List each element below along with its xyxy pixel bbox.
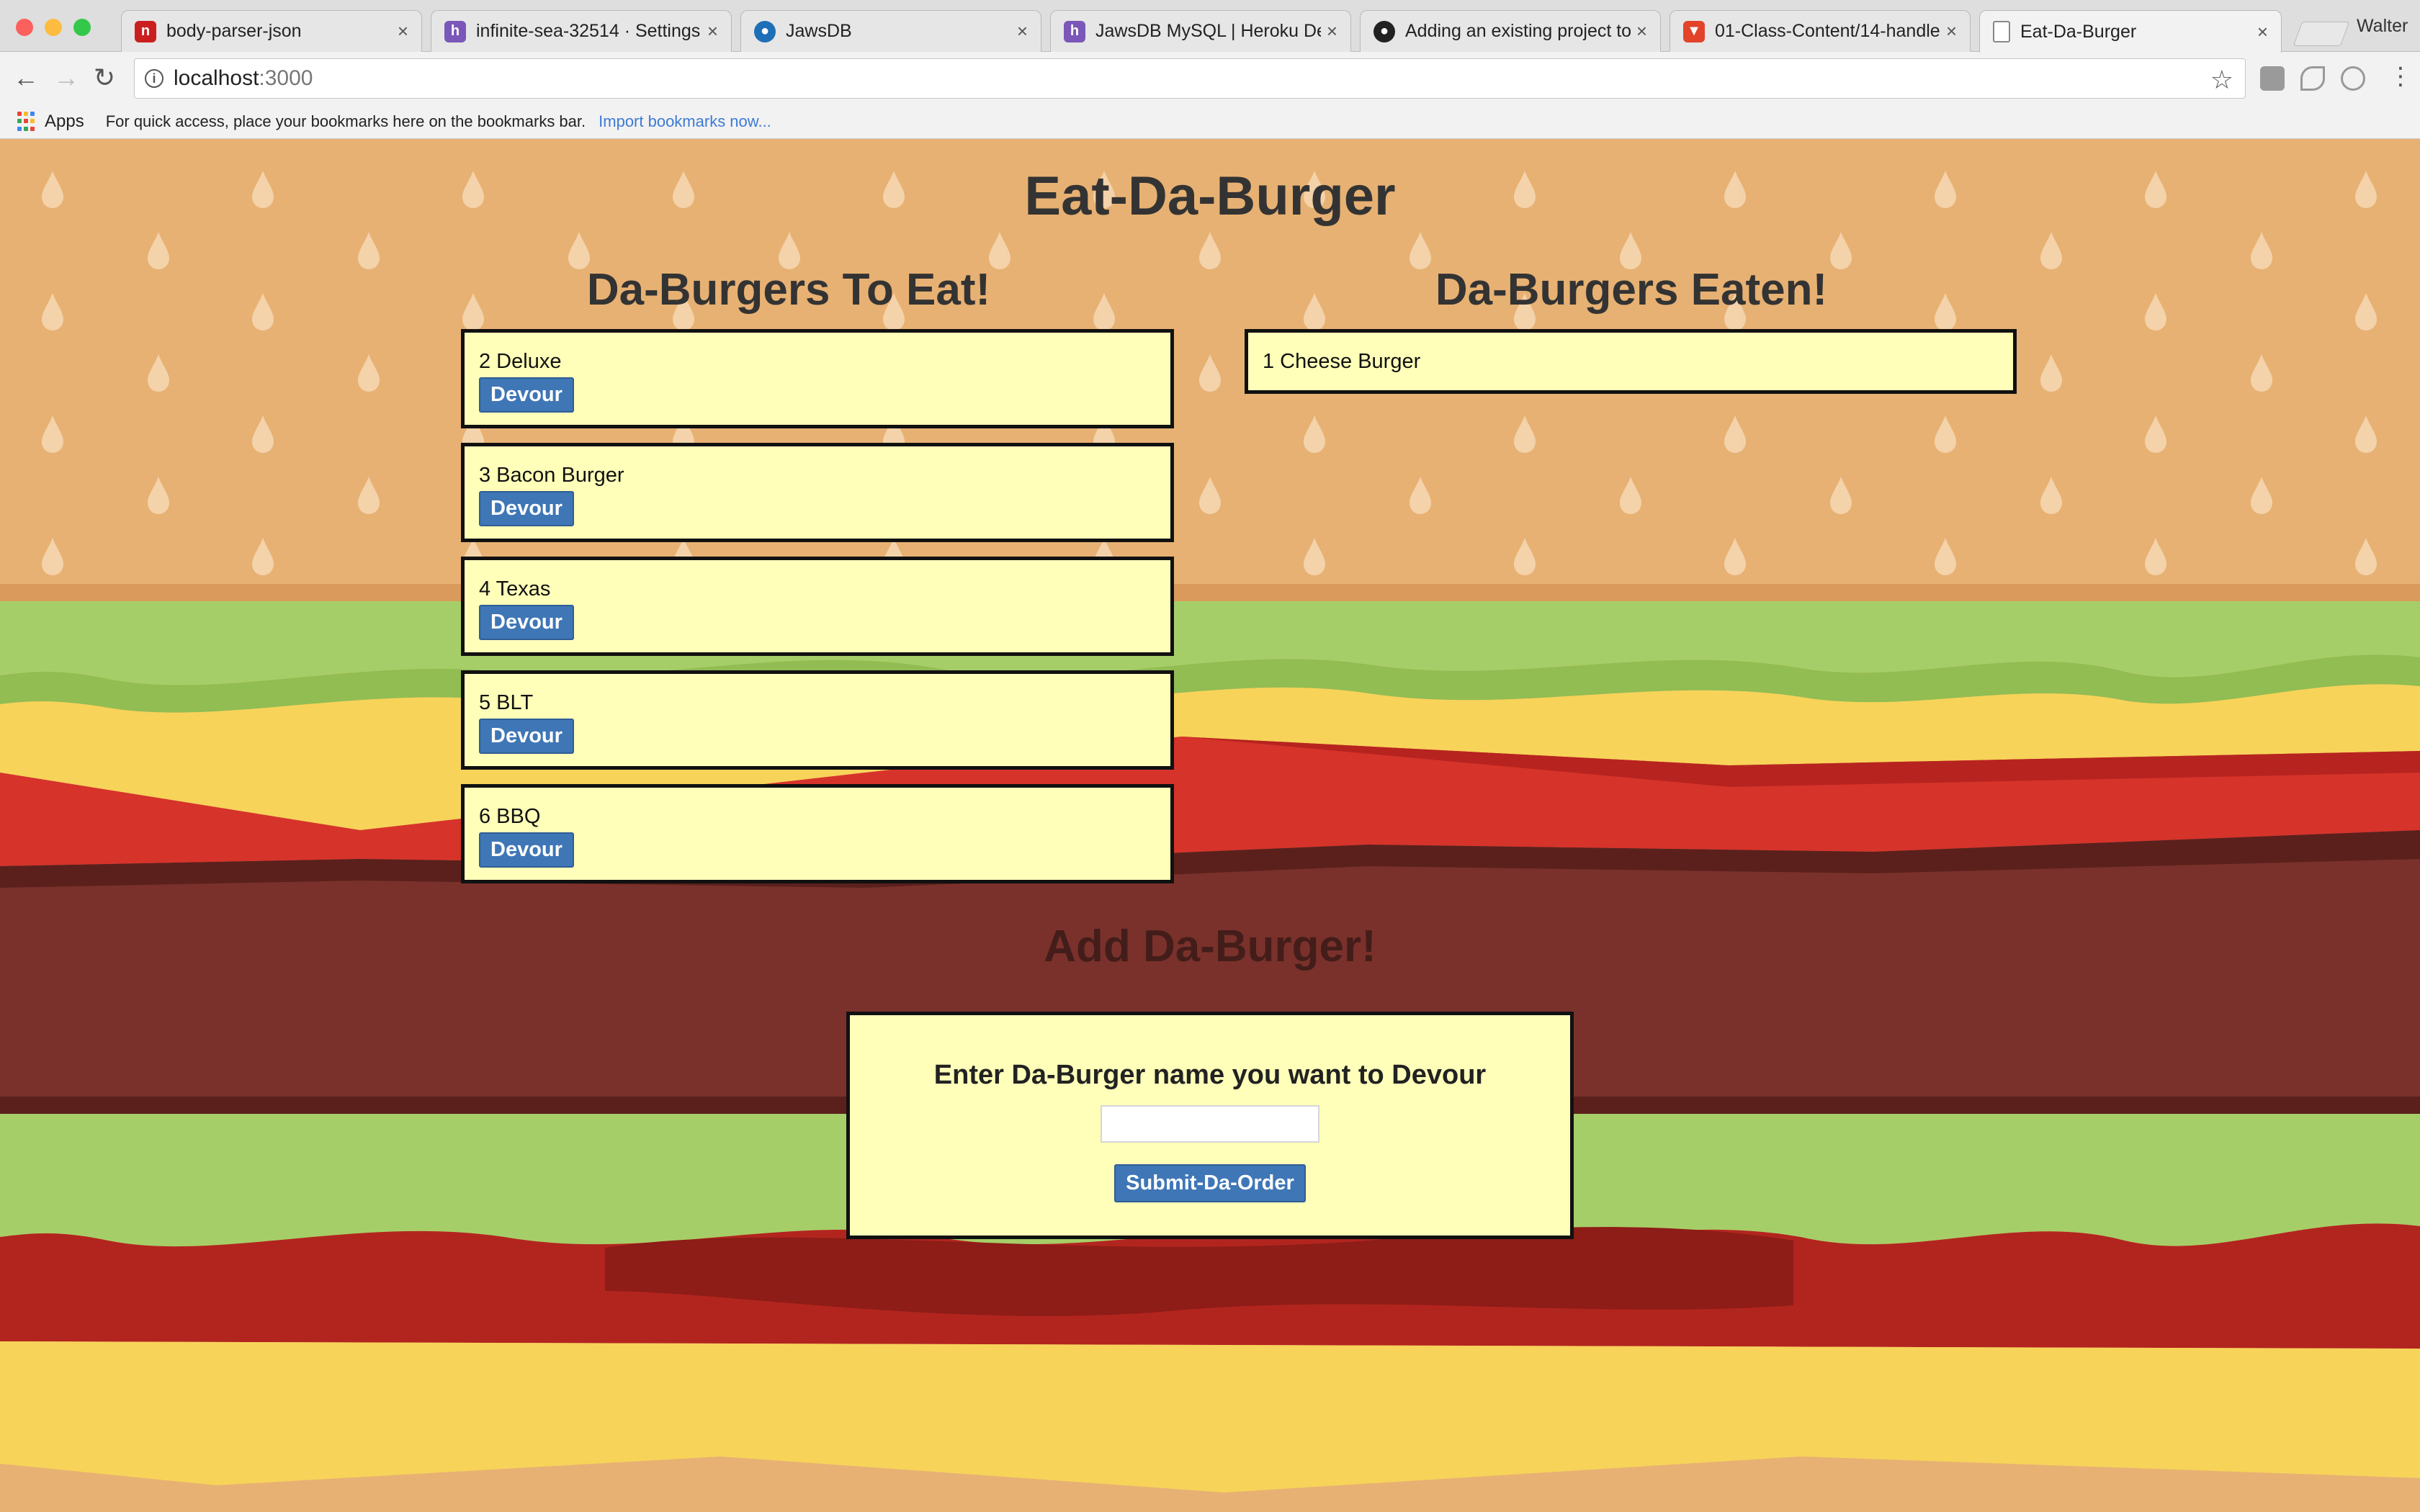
browser-toolbar: ← → ↻ i localhost:3000 ☆ ⋮ (0, 52, 2420, 105)
devour-button[interactable]: Devour (479, 605, 574, 640)
github-icon: ● (1373, 20, 1395, 42)
close-tab-icon[interactable]: × (1636, 20, 1647, 42)
page-viewport: Eat-Da-Burger Da-Burgers To Eat! Da-Burg… (0, 139, 2420, 1512)
submit-order-button[interactable]: Submit-Da-Order (1114, 1164, 1306, 1202)
gitlab-icon: ▼ (1683, 20, 1705, 42)
tab-heroku-settings[interactable]: h infinite-sea-32514 · Settings × (431, 10, 732, 52)
tab-title: body-parser-json (166, 21, 302, 41)
burger-name-label: Enter Da-Burger name you want to Devour (933, 1060, 1487, 1090)
url-port: :3000 (259, 66, 313, 90)
close-tab-icon[interactable]: × (1946, 20, 1957, 42)
add-burger-heading: Add Da-Burger! (1044, 922, 1376, 971)
burger-name: 6 BBQ (479, 805, 541, 828)
tab-eat-da-burger[interactable]: Eat-Da-Burger × (1979, 10, 2282, 53)
back-arrow-icon[interactable]: ← (13, 65, 39, 91)
reload-icon[interactable]: ↻ (94, 65, 115, 91)
document-icon (1993, 21, 2010, 42)
to-eat-heading: Da-Burgers To Eat! (586, 265, 991, 315)
tab-title: Adding an existing project to (1405, 21, 1631, 41)
heroku-icon: h (1064, 20, 1085, 42)
burger-item: 2 Deluxe Devour (461, 329, 1174, 428)
eaten-burger-item: 1 Cheese Burger (1245, 329, 2017, 394)
burger-name: 3 Bacon Burger (479, 464, 624, 487)
tab-jawsdb[interactable]: ● JawsDB × (740, 10, 1041, 52)
close-window-button[interactable] (16, 19, 33, 36)
minimize-window-button[interactable] (45, 19, 62, 36)
tab-title: JawsDB MySQL | Heroku Dev (1095, 21, 1321, 41)
bookmarks-bar: Apps For quick access, place your bookma… (0, 105, 2420, 139)
apps-grid-icon[interactable] (17, 112, 37, 132)
devour-button[interactable]: Devour (479, 377, 574, 413)
profile-name[interactable]: Walter (2357, 16, 2408, 37)
burger-name-input[interactable] (1101, 1105, 1319, 1143)
tab-body-parser[interactable]: n body-parser-json × (121, 10, 422, 52)
burger-name: 2 Deluxe (479, 350, 562, 373)
page-title: Eat-Da-Burger (1024, 166, 1396, 227)
address-bar[interactable]: i localhost:3000 ☆ (134, 58, 2246, 99)
burger-name: 1 Cheese Burger (1263, 349, 1421, 373)
devour-button[interactable]: Devour (479, 491, 574, 526)
close-tab-icon[interactable]: × (1327, 20, 1337, 42)
tab-title: JawsDB (786, 21, 852, 41)
devour-button[interactable]: Devour (479, 719, 574, 754)
close-tab-icon[interactable]: × (1017, 20, 1028, 42)
close-tab-icon[interactable]: × (707, 20, 718, 42)
burger-item: 5 BLT Devour (461, 670, 1174, 770)
extension-icon[interactable] (2260, 66, 2285, 91)
tab-title: 01-Class-Content/14-handle (1715, 21, 1940, 41)
extension-icon[interactable] (2300, 66, 2325, 91)
jawsdb-icon: ● (754, 20, 776, 42)
devour-button[interactable]: Devour (479, 832, 574, 868)
close-tab-icon[interactable]: × (2257, 21, 2268, 43)
burger-item: 6 BBQ Devour (461, 784, 1174, 883)
import-bookmarks-link[interactable]: Import bookmarks now... (599, 112, 771, 131)
new-tab-button[interactable] (2293, 22, 2350, 46)
close-tab-icon[interactable]: × (398, 20, 408, 42)
burger-name: 4 Texas (479, 577, 551, 600)
burger-item: 4 Texas Devour (461, 557, 1174, 656)
burger-name: 5 BLT (479, 691, 534, 714)
menu-icon[interactable]: ⋮ (2388, 63, 2413, 89)
tab-title: Eat-Da-Burger (2020, 21, 2137, 42)
npm-icon: n (135, 20, 156, 42)
info-icon[interactable]: i (145, 69, 163, 88)
heroku-icon: h (444, 20, 466, 42)
burger-background (0, 139, 2420, 1512)
browser-chrome: n body-parser-json × h infinite-sea-3251… (0, 0, 2420, 139)
maximize-window-button[interactable] (73, 19, 91, 36)
eaten-heading: Da-Burgers Eaten! (1435, 265, 1828, 315)
bookmarks-message: For quick access, place your bookmarks h… (105, 112, 586, 130)
url-host: localhost (174, 66, 259, 90)
add-burger-form: Enter Da-Burger name you want to Devour … (846, 1012, 1574, 1239)
bookmark-star-icon[interactable]: ☆ (2210, 65, 2233, 95)
forward-arrow-icon[interactable]: → (53, 65, 79, 91)
tab-github[interactable]: ● Adding an existing project to × (1360, 10, 1661, 52)
tab-title: infinite-sea-32514 · Settings (476, 21, 701, 41)
tab-gitlab[interactable]: ▼ 01-Class-Content/14-handle × (1670, 10, 1971, 52)
apps-label[interactable]: Apps (45, 112, 84, 132)
burger-item: 3 Bacon Burger Devour (461, 443, 1174, 542)
extension-icon[interactable] (2341, 66, 2365, 91)
tab-strip: n body-parser-json × h infinite-sea-3251… (0, 0, 2420, 53)
tab-jawsdb-heroku[interactable]: h JawsDB MySQL | Heroku Dev × (1050, 10, 1351, 52)
